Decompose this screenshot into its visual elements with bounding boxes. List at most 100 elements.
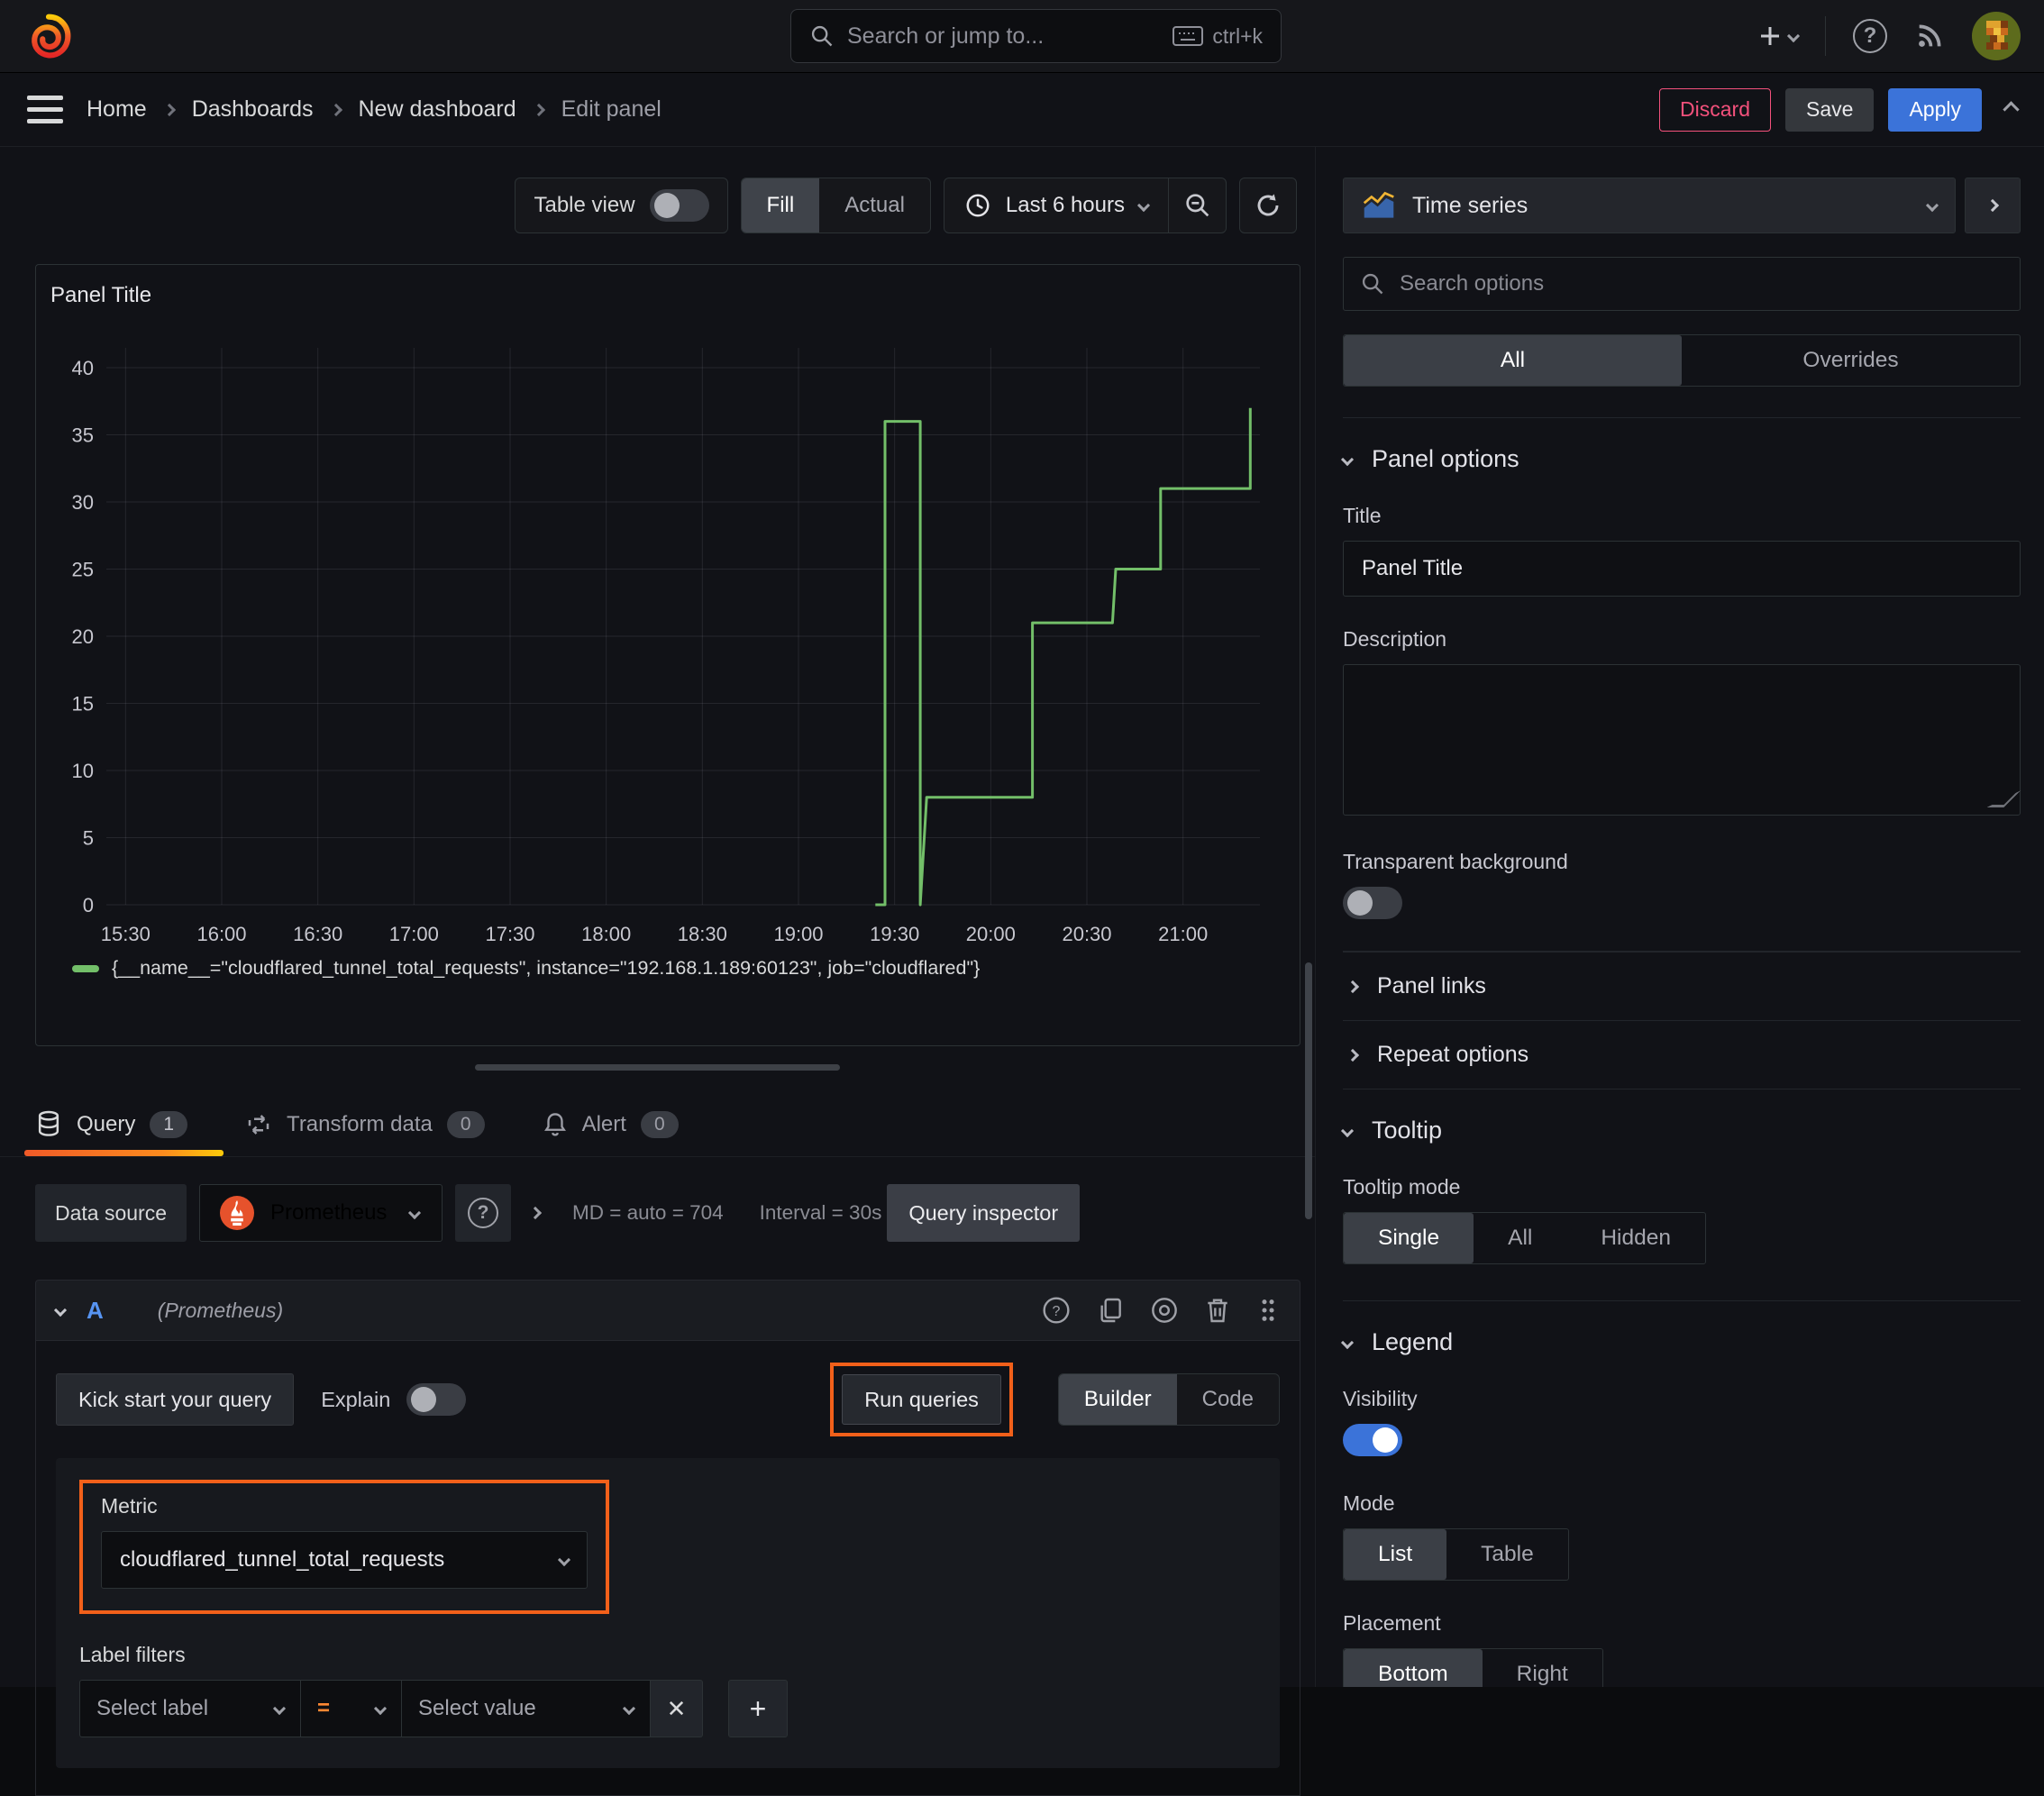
add-filter-button[interactable]: + (728, 1680, 788, 1737)
query-row-header[interactable]: A (Prometheus) ? (35, 1280, 1300, 1341)
options-pane: Time series Search options All Overrides (1316, 147, 2044, 1687)
placement-bottom-option[interactable]: Bottom (1344, 1649, 1483, 1687)
explain-toggle[interactable] (406, 1383, 467, 1416)
mode-list-option[interactable]: List (1344, 1529, 1447, 1580)
svg-text:15:30: 15:30 (101, 923, 151, 945)
tooltip-mode-label: Tooltip mode (1343, 1175, 1461, 1199)
tooltip-section[interactable]: Tooltip (1340, 1117, 2021, 1144)
user-avatar[interactable] (1972, 12, 2021, 60)
save-button[interactable]: Save (1785, 87, 1875, 132)
transparent-bg-toggle[interactable] (1343, 887, 1402, 919)
menu-toggle-button[interactable] (27, 96, 63, 123)
datasource-help-button[interactable]: ? (455, 1184, 512, 1242)
chart-legend[interactable]: {__name__="cloudflared_tunnel_total_requ… (72, 957, 1300, 980)
chevron-right-icon (532, 103, 545, 116)
tab-transform-data[interactable]: Transform data 0 (245, 1092, 485, 1156)
query-inspector-button[interactable]: Query inspector (887, 1184, 1081, 1242)
actual-option[interactable]: Actual (819, 178, 930, 232)
breadcrumb-new-dashboard[interactable]: New dashboard (359, 96, 516, 123)
legend-title: Legend (1372, 1328, 1454, 1355)
panel-options-title: Panel options (1372, 445, 1519, 472)
breadcrumb-home[interactable]: Home (87, 96, 147, 123)
run-queries-button[interactable]: Run queries (842, 1374, 1001, 1425)
tooltip-hidden-option[interactable]: Hidden (1566, 1213, 1705, 1263)
search-placeholder: Search or jump to... (847, 23, 1045, 49)
add-new-button[interactable] (1757, 23, 1801, 50)
collapse-header-button[interactable] (2003, 101, 2020, 118)
refresh-button[interactable] (1239, 178, 1297, 233)
pane-resize-handle[interactable] (475, 1064, 840, 1071)
title-field-label: Title (1343, 504, 1382, 527)
max-data-points: MD = auto = 704 (572, 1201, 724, 1224)
svg-text:35: 35 (72, 424, 94, 447)
collapse-query-icon[interactable] (53, 1303, 68, 1317)
discard-button[interactable]: Discard (1659, 87, 1772, 132)
query-datasource-hint: (Prometheus) (157, 1298, 284, 1322)
metric-select[interactable]: cloudflared_tunnel_total_requests (101, 1531, 588, 1589)
legend-section[interactable]: Legend (1340, 1328, 2021, 1356)
panel-preview: Panel Title 0 5 10 15 20 25 30 35 40 15:30 16:00 16… (35, 264, 1300, 1046)
operator-dropdown[interactable]: = (301, 1680, 402, 1737)
chevron-down-icon (557, 1553, 571, 1567)
repeat-options-section[interactable]: Repeat options (1343, 1020, 2021, 1089)
svg-text:17:30: 17:30 (485, 923, 534, 945)
tab-transform-label: Transform data (287, 1111, 433, 1136)
zoom-out-icon (1185, 194, 1209, 217)
panel-links-section[interactable]: Panel links (1343, 952, 2021, 1020)
visualization-picker[interactable]: Time series (1343, 178, 1956, 233)
table-view-toggle[interactable] (649, 189, 709, 222)
chevron-down-icon (408, 1206, 422, 1220)
datasource-picker[interactable]: Prometheus (199, 1184, 443, 1242)
tab-all[interactable]: All (1344, 335, 1682, 386)
expand-options-icon[interactable] (528, 1206, 543, 1220)
news-button[interactable] (1914, 21, 1945, 51)
global-search-input[interactable]: Search or jump to... ctrl+k (790, 9, 1282, 63)
grafana-app: Search or jump to... ctrl+k ? Home Dashb… (0, 0, 2044, 1796)
tooltip-mode-segment: Single All Hidden (1343, 1212, 1706, 1264)
series-color-marker (72, 964, 99, 972)
collapse-options-button[interactable] (1965, 178, 2021, 233)
mode-table-option[interactable]: Table (1446, 1529, 1568, 1580)
placement-right-option[interactable]: Right (1483, 1649, 1602, 1687)
grafana-logo-icon[interactable] (23, 11, 74, 61)
help-button[interactable]: ? (1853, 19, 1887, 53)
chevron-down-icon (1925, 198, 1939, 213)
tooltip-single-option[interactable]: Single (1344, 1213, 1474, 1263)
legend-visibility-toggle[interactable] (1343, 1424, 1402, 1456)
scrollbar-thumb[interactable] (1305, 962, 1312, 1219)
builder-option[interactable]: Builder (1058, 1374, 1177, 1425)
drag-handle-icon[interactable] (1256, 1296, 1280, 1325)
tooltip-title: Tooltip (1372, 1117, 1443, 1144)
tooltip-all-option[interactable]: All (1474, 1213, 1566, 1263)
label-filters-label: Label filters (79, 1643, 186, 1666)
breadcrumb-dashboards[interactable]: Dashboards (192, 96, 314, 123)
duplicate-query-icon[interactable] (1096, 1296, 1125, 1325)
zoom-out-button[interactable] (1168, 178, 1226, 232)
tab-alert[interactable]: Alert 0 (543, 1092, 679, 1156)
tab-query[interactable]: Query 1 (23, 1092, 224, 1156)
panel-title-input[interactable]: Panel Title (1343, 541, 2021, 597)
timeseries-chart[interactable]: 0 5 10 15 20 25 30 35 40 15:30 16:00 16:30 17:00 17:3… (41, 332, 1272, 955)
svg-text:16:30: 16:30 (293, 923, 342, 945)
fill-option[interactable]: Fill (741, 178, 820, 232)
apply-button[interactable]: Apply (1888, 87, 1982, 132)
interval: Interval = 30s (759, 1201, 882, 1224)
search-options-input[interactable]: Search options (1343, 257, 2021, 311)
hide-query-eye-icon[interactable] (1150, 1296, 1179, 1325)
time-range-button[interactable]: Last 6 hours (944, 178, 1168, 232)
kick-start-button[interactable]: Kick start your query (56, 1373, 295, 1426)
tab-overrides[interactable]: Overrides (1682, 335, 2020, 386)
fill-actual-segment: Fill Actual (740, 178, 931, 233)
keyboard-icon (1173, 26, 1204, 46)
select-value-dropdown[interactable]: Select value (402, 1680, 651, 1737)
metric-label: Metric (101, 1494, 158, 1518)
query-help-icon[interactable]: ? (1042, 1296, 1071, 1325)
panel-options-section[interactable]: Panel options (1340, 445, 2021, 473)
remove-filter-button[interactable]: ✕ (651, 1680, 703, 1737)
chevron-down-icon (1340, 452, 1355, 466)
plus-icon (1761, 27, 1779, 45)
code-option[interactable]: Code (1177, 1374, 1279, 1425)
description-textarea[interactable] (1343, 664, 2021, 816)
delete-query-trash-icon[interactable] (1204, 1296, 1231, 1325)
select-label-dropdown[interactable]: Select label (79, 1680, 301, 1737)
